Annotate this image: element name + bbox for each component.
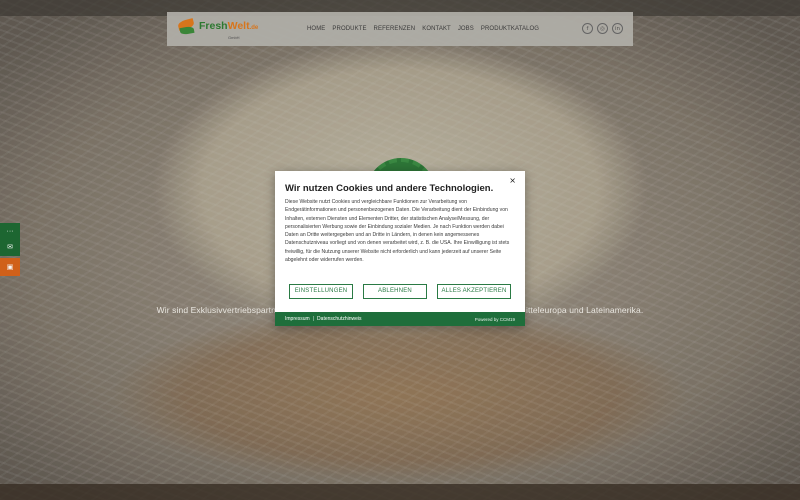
cookie-decline-button[interactable]: ABLEHNEN xyxy=(363,284,427,299)
cookie-settings-button[interactable]: EINSTELLUNGEN xyxy=(289,284,353,299)
cookie-modal-text: Diese Website nutzt Cookies und vergleic… xyxy=(285,199,510,264)
close-icon[interactable]: × xyxy=(509,176,516,185)
cookie-footer-links: Impressum | Datenschutzhinweis xyxy=(285,316,362,322)
cookie-consent-modal: × Wir nutzen Cookies und andere Technolo… xyxy=(275,171,525,326)
cookie-button-row: EINSTELLUNGEN ABLEHNEN ALLES AKZEPTIEREN xyxy=(289,284,511,299)
cookie-modal-footer: Impressum | Datenschutzhinweis Powered b… xyxy=(275,312,525,326)
cookie-accept-all-button[interactable]: ALLES AKZEPTIEREN xyxy=(437,284,511,299)
footer-separator: | xyxy=(312,316,315,322)
powered-by-text[interactable]: Powered by CCM19 xyxy=(475,317,515,322)
cookie-modal-title: Wir nutzen Cookies und andere Technologi… xyxy=(285,183,494,194)
impressum-link[interactable]: Impressum xyxy=(285,316,310,322)
privacy-link[interactable]: Datenschutzhinweis xyxy=(317,316,361,322)
